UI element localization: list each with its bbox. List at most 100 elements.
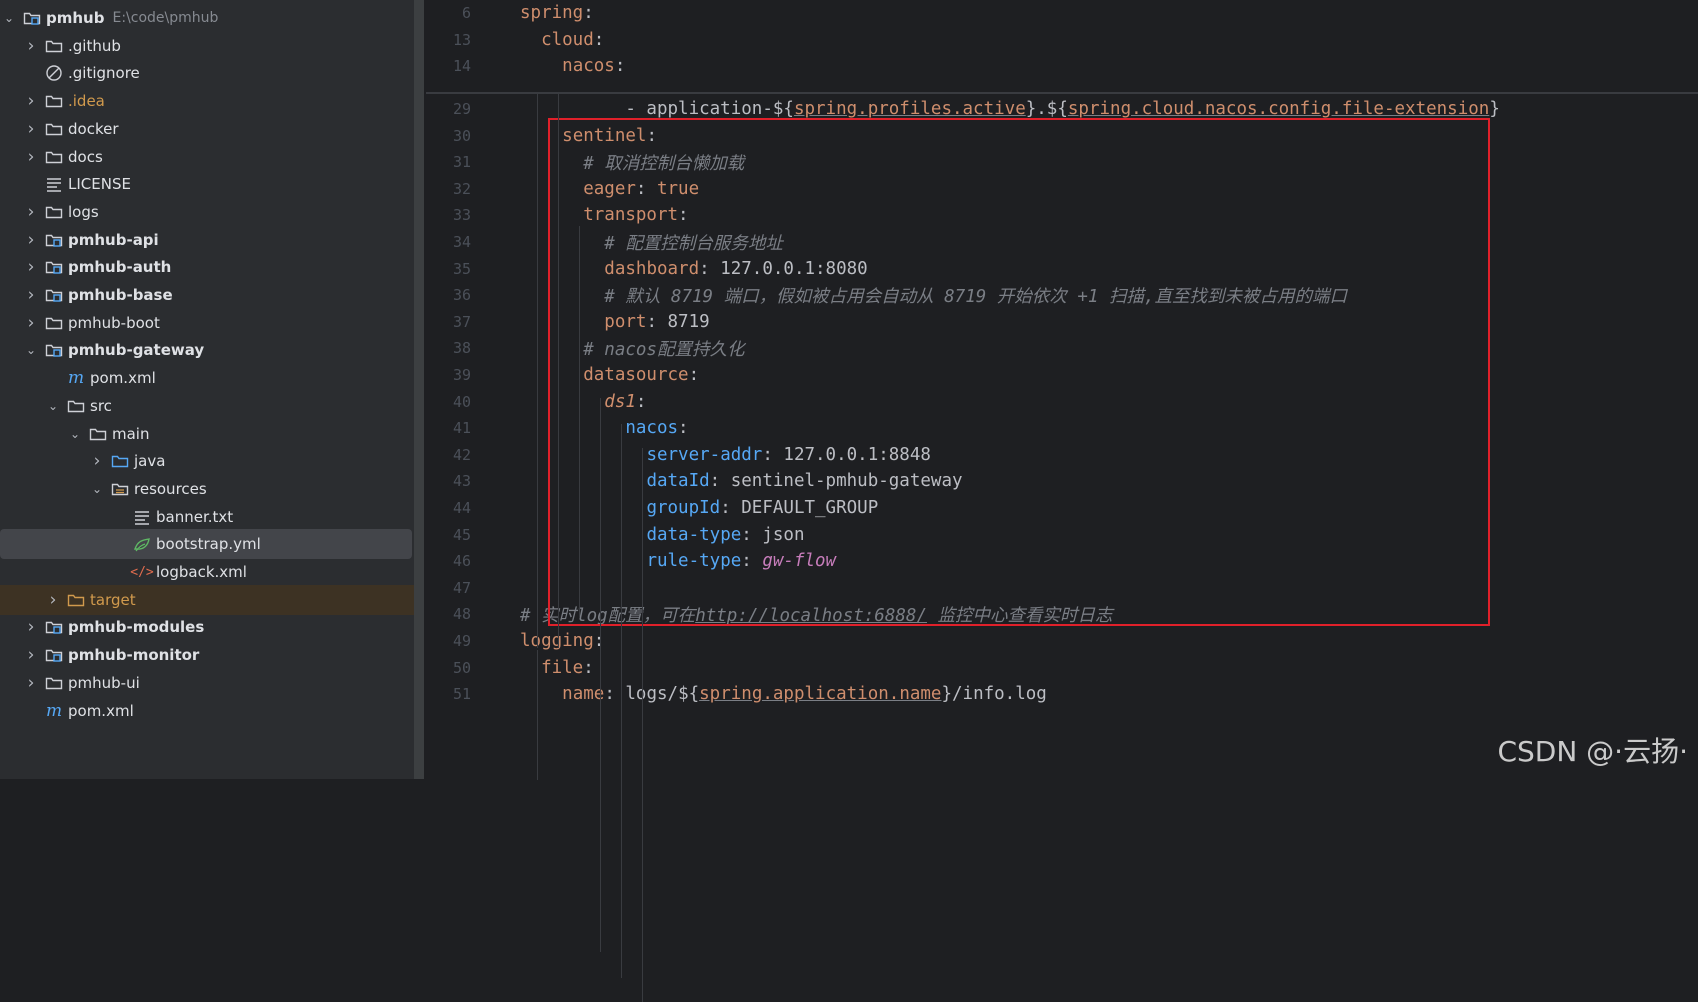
tree-item-label: pmhub-gateway bbox=[68, 341, 205, 360]
line-number[interactable]: 40 bbox=[426, 393, 471, 411]
line-number[interactable]: 29 bbox=[426, 100, 471, 118]
line-number[interactable]: 42 bbox=[426, 446, 471, 464]
tree-item[interactable]: </> logback.xml bbox=[0, 557, 414, 587]
chevron-right-icon[interactable]: › bbox=[24, 230, 38, 250]
tree-item[interactable]: › docs bbox=[0, 142, 414, 172]
line-number[interactable]: 45 bbox=[426, 526, 471, 544]
line-number[interactable]: 50 bbox=[426, 659, 471, 677]
line-number[interactable]: 51 bbox=[426, 685, 471, 703]
chevron-right-icon[interactable]: › bbox=[24, 119, 38, 139]
chevron-down-icon[interactable]: ⌄ bbox=[46, 399, 60, 413]
line-number[interactable]: 30 bbox=[426, 127, 471, 145]
chevron-down-icon[interactable]: ⌄ bbox=[24, 343, 38, 357]
tree-item[interactable]: › pmhub-ui bbox=[0, 668, 414, 698]
code-text[interactable]: cloud: bbox=[520, 30, 604, 50]
tree-item[interactable]: › pmhub-base bbox=[0, 280, 414, 310]
line-number[interactable]: 35 bbox=[426, 260, 471, 278]
line-number[interactable]: 46 bbox=[426, 552, 471, 570]
line-number[interactable]: 31 bbox=[426, 153, 471, 171]
chevron-right-icon[interactable]: › bbox=[24, 91, 38, 111]
line-number[interactable]: 36 bbox=[426, 286, 471, 304]
tree-item[interactable]: banner.txt bbox=[0, 502, 414, 532]
line-number[interactable]: 43 bbox=[426, 472, 471, 490]
line-number[interactable]: 38 bbox=[426, 339, 471, 357]
tree-item[interactable]: bootstrap.yml bbox=[0, 529, 412, 560]
line-number[interactable]: 41 bbox=[426, 419, 471, 437]
chevron-right-icon[interactable]: › bbox=[24, 202, 38, 222]
chevron-right-icon[interactable]: › bbox=[24, 285, 38, 305]
chevron-right-icon[interactable]: › bbox=[24, 673, 38, 693]
chevron-right-icon[interactable]: › bbox=[24, 36, 38, 56]
text-file-icon bbox=[132, 508, 152, 526]
sticky-scroll-line[interactable]: 14 nacos: bbox=[426, 52, 1698, 80]
line-number[interactable]: 6 bbox=[426, 4, 471, 22]
chevron-right-icon[interactable]: › bbox=[24, 617, 38, 637]
tree-item[interactable]: › pmhub-monitor bbox=[0, 640, 414, 670]
tree-item[interactable]: ⌄ src bbox=[0, 391, 414, 421]
chevron-down-icon[interactable]: ⌄ bbox=[90, 482, 104, 496]
tree-item-label: pmhub-base bbox=[68, 286, 173, 304]
module-folder-icon bbox=[44, 231, 64, 249]
tree-scrollbar[interactable] bbox=[414, 0, 424, 779]
code-text[interactable]: logging: bbox=[520, 631, 604, 651]
tree-item-label: pmhub-auth bbox=[68, 258, 172, 277]
chevron-down-icon[interactable]: ⌄ bbox=[2, 11, 16, 25]
tree-item[interactable]: ⌄ pmhub E:\code\pmhub bbox=[0, 3, 414, 33]
xml-file-icon: </> bbox=[130, 564, 154, 580]
line-number[interactable]: 34 bbox=[426, 233, 471, 251]
tree-item[interactable]: .gitignore bbox=[0, 58, 414, 88]
tree-item[interactable]: m pom.xml bbox=[0, 696, 414, 726]
line-number[interactable]: 37 bbox=[426, 313, 471, 331]
code-line[interactable]: 50 file: bbox=[426, 654, 1698, 682]
line-number[interactable]: 39 bbox=[426, 366, 471, 384]
line-number[interactable]: 48 bbox=[426, 605, 471, 623]
chevron-right-icon[interactable]: › bbox=[24, 257, 38, 277]
line-number[interactable]: 33 bbox=[426, 206, 471, 224]
sticky-scroll-line[interactable]: 13 cloud: bbox=[426, 26, 1698, 54]
line-number[interactable]: 47 bbox=[426, 579, 471, 597]
code-text[interactable]: nacos: bbox=[520, 56, 625, 76]
red-highlight-box bbox=[548, 118, 1490, 626]
tree-item[interactable]: › docker bbox=[0, 114, 414, 144]
tree-item-label: .github bbox=[68, 36, 121, 55]
tree-item[interactable]: ⌄ pmhub-gateway bbox=[0, 335, 414, 365]
tree-item-label: pmhub bbox=[46, 9, 105, 27]
code-line[interactable]: 49 logging: bbox=[426, 627, 1698, 655]
chevron-down-icon[interactable]: ⌄ bbox=[68, 427, 82, 441]
tree-item-label: docs bbox=[68, 147, 103, 166]
tree-item[interactable]: › pmhub-boot bbox=[0, 308, 414, 338]
sticky-scroll-line[interactable]: 6 spring: bbox=[426, 0, 1698, 27]
tree-item[interactable]: › pmhub-api bbox=[0, 225, 414, 255]
chevron-right-icon[interactable]: › bbox=[90, 451, 104, 471]
code-text[interactable]: - application-${spring.profiles.active}.… bbox=[520, 99, 1500, 119]
tree-item[interactable]: › .idea bbox=[0, 86, 414, 116]
tree-item[interactable]: LICENSE bbox=[0, 169, 414, 199]
folder-icon bbox=[44, 674, 64, 692]
tree-item[interactable]: › pmhub-modules bbox=[0, 612, 414, 642]
code-text[interactable]: spring: bbox=[520, 3, 594, 23]
chevron-right-icon[interactable]: › bbox=[24, 645, 38, 665]
tree-item[interactable]: › logs bbox=[0, 197, 414, 227]
line-number[interactable]: 44 bbox=[426, 499, 471, 517]
chevron-right-icon[interactable]: › bbox=[46, 590, 60, 610]
tree-item-label: pom.xml bbox=[68, 701, 134, 720]
folder-icon bbox=[66, 397, 86, 415]
yaml-file-icon bbox=[132, 535, 152, 553]
tree-item[interactable]: ⌄ main bbox=[0, 419, 414, 449]
code-text[interactable]: file: bbox=[520, 658, 594, 678]
chevron-right-icon[interactable]: › bbox=[24, 147, 38, 167]
tree-item[interactable]: › java bbox=[0, 446, 414, 476]
tree-item[interactable]: › target bbox=[0, 584, 414, 615]
line-number[interactable]: 13 bbox=[426, 31, 471, 49]
tree-item-label: logs bbox=[68, 202, 99, 221]
tree-item[interactable]: › .github bbox=[0, 31, 414, 61]
tree-item[interactable]: m pom.xml bbox=[0, 363, 414, 393]
tree-item[interactable]: › pmhub-auth bbox=[0, 252, 414, 282]
indent-guide bbox=[600, 398, 601, 952]
chevron-right-icon[interactable]: › bbox=[24, 313, 38, 333]
code-line[interactable]: 51 name: logs/${spring.application.name}… bbox=[426, 680, 1698, 708]
line-number[interactable]: 32 bbox=[426, 180, 471, 198]
line-number[interactable]: 14 bbox=[426, 57, 471, 75]
tree-item[interactable]: ⌄ resources bbox=[0, 474, 414, 504]
line-number[interactable]: 49 bbox=[426, 632, 471, 650]
